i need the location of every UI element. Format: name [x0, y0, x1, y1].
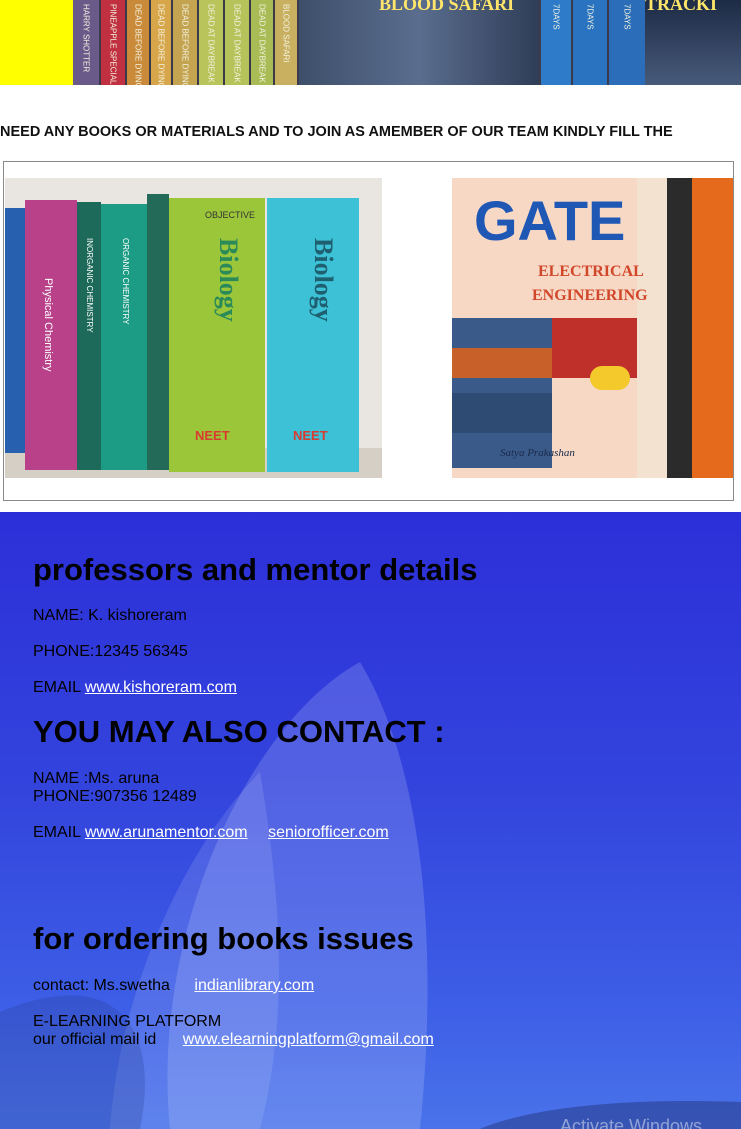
banner-book-spine-label: BLOOD SAFARI: [281, 4, 291, 63]
notice-marquee: NEED ANY BOOKS OR MATERIALS AND TO JOIN …: [0, 124, 741, 144]
professor-email-row: EMAIL www.kishoreram.com: [33, 679, 237, 697]
book-spine-5: [147, 194, 169, 470]
banner-book-spine: 7DAYS: [541, 0, 571, 85]
official-mail-text: our official mail id: [33, 1031, 157, 1048]
banner-book-spine-label: DEAD BEFORE DYING: [180, 4, 190, 85]
seniorofficer-link[interactable]: seniorofficer.com: [268, 824, 389, 841]
book-title-biology-right: Biology: [309, 238, 338, 322]
banner-book-spine: DEAD BEFORE DYING: [127, 0, 149, 85]
gate-title: GATE: [474, 189, 625, 252]
elearning-label: E-LEARNING PLATFORM: [33, 1013, 222, 1030]
also-contact-heading: YOU MAY ALSO CONTACT :: [33, 714, 445, 749]
banner-book-spine: 7DAYS: [573, 0, 607, 85]
gate-book-photo: GATE ELECTRICAL ENGINEERING Satya Prakas…: [452, 178, 733, 478]
book-spine-1: [5, 208, 25, 453]
kishoreram-link[interactable]: www.kishoreram.com: [85, 679, 237, 696]
official-mail-row: our official mail id www.elearningplatfo…: [33, 1031, 434, 1049]
book-neet-label-2: NEET: [293, 428, 328, 443]
banner-book-spine-label: DEAD AT DAYBREAK: [206, 4, 216, 83]
book-neet-label-1: NEET: [195, 428, 230, 443]
gate-subtitle-2: ENGINEERING: [532, 287, 648, 304]
gate-publisher: Satya Prakashan: [500, 447, 575, 459]
banner-book-spine-label: DEAD BEFORE DYING: [156, 4, 166, 85]
banner-book-spine-label: HARRY SHOTTER: [81, 4, 91, 73]
banner-book-spine: DEAD AT DAYBREAK: [251, 0, 273, 85]
professor-phone: PHONE:12345 56345: [33, 643, 188, 660]
email-label: EMAIL: [33, 824, 81, 841]
banner-book-spine-label: PINEAPPLE SPECIAL: [108, 4, 118, 85]
professors-heading: professors and mentor details: [33, 552, 478, 587]
banner-book-spine: DEAD AT DAYBREAK: [225, 0, 249, 85]
banner-books-image: HARRY SHOTTER PINEAPPLE SPECIAL DEAD BEFOR…: [73, 0, 741, 85]
activate-windows-watermark: Activate Windows: [560, 1116, 703, 1129]
ordering-heading: for ordering books issues: [33, 921, 414, 956]
banner-book-spine: 7DAYS: [609, 0, 645, 85]
book-physical-chemistry: Physical Chemistry: [42, 278, 54, 372]
banner-book-title-left: BLOOD SAFARI: [379, 0, 515, 14]
arunamentor-link[interactable]: www.arunamentor.com: [85, 824, 248, 841]
book-organic: ORGANIC CHEMISTRY: [121, 238, 130, 325]
mentor-phone: PHONE:907356 12489: [33, 788, 197, 805]
image-gallery: OBJECTIVE Biology Biology NEET NEET Phys…: [3, 161, 734, 501]
banner-book-spine: HARRY SHOTTER: [73, 0, 99, 85]
banner-book-spine: DEAD BEFORE DYING: [151, 0, 171, 85]
ordering-contact-row: contact: Ms.swetha indianlibrary.com: [33, 977, 314, 995]
indianlibrary-link[interactable]: indianlibrary.com: [194, 977, 314, 994]
neet-books-photo: OBJECTIVE Biology Biology NEET NEET Phys…: [5, 178, 382, 478]
banner-book-spine: DEAD BEFORE DYING: [173, 0, 197, 85]
gate-subtitle-1: ELECTRICAL: [538, 263, 644, 280]
banner-book-spine-label: 7DAYS: [622, 4, 632, 30]
top-banner: HARRY SHOTTER PINEAPPLE SPECIAL DEAD BEFOR…: [0, 0, 741, 85]
banner-book-title-right: TRACKI: [645, 0, 718, 14]
mentor-name: NAME :Ms. aruna: [33, 770, 160, 787]
ordering-contact-text: contact: Ms.swetha: [33, 977, 170, 994]
yellow-block: [0, 0, 73, 85]
banner-book-spine-label: 7DAYS: [585, 4, 595, 30]
mentor-email-row: EMAIL www.arunamentor.com seniorofficer.…: [33, 824, 389, 842]
banner-book-spine: PINEAPPLE SPECIAL: [101, 0, 125, 85]
banner-book-spine-label: 7DAYS: [551, 4, 561, 30]
banner-book-spine-label: DEAD AT DAYBREAK: [232, 4, 242, 83]
contact-section: professors and mentor details NAME: K. k…: [0, 512, 741, 1129]
professor-name: NAME: K. kishoreram: [33, 607, 187, 624]
notice-text: NEED ANY BOOKS OR MATERIALS AND TO JOIN …: [0, 124, 673, 140]
banner-book-spine-label: DEAD AT DAYBREAK: [257, 4, 267, 83]
banner-book-spine-label: DEAD BEFORE DYING: [133, 4, 143, 85]
elearning-mail-link[interactable]: www.elearningplatform@gmail.com: [183, 1031, 434, 1048]
book-inorganic: INORGANIC CHEMISTRY: [85, 238, 94, 333]
banner-book-spine: BLOOD SAFARI: [275, 0, 297, 85]
banner-book-spine: DEAD AT DAYBREAK: [199, 0, 223, 85]
book-brand-left: OBJECTIVE: [205, 210, 255, 220]
email-label: EMAIL: [33, 679, 81, 696]
book-title-biology-left: Biology: [214, 238, 243, 322]
